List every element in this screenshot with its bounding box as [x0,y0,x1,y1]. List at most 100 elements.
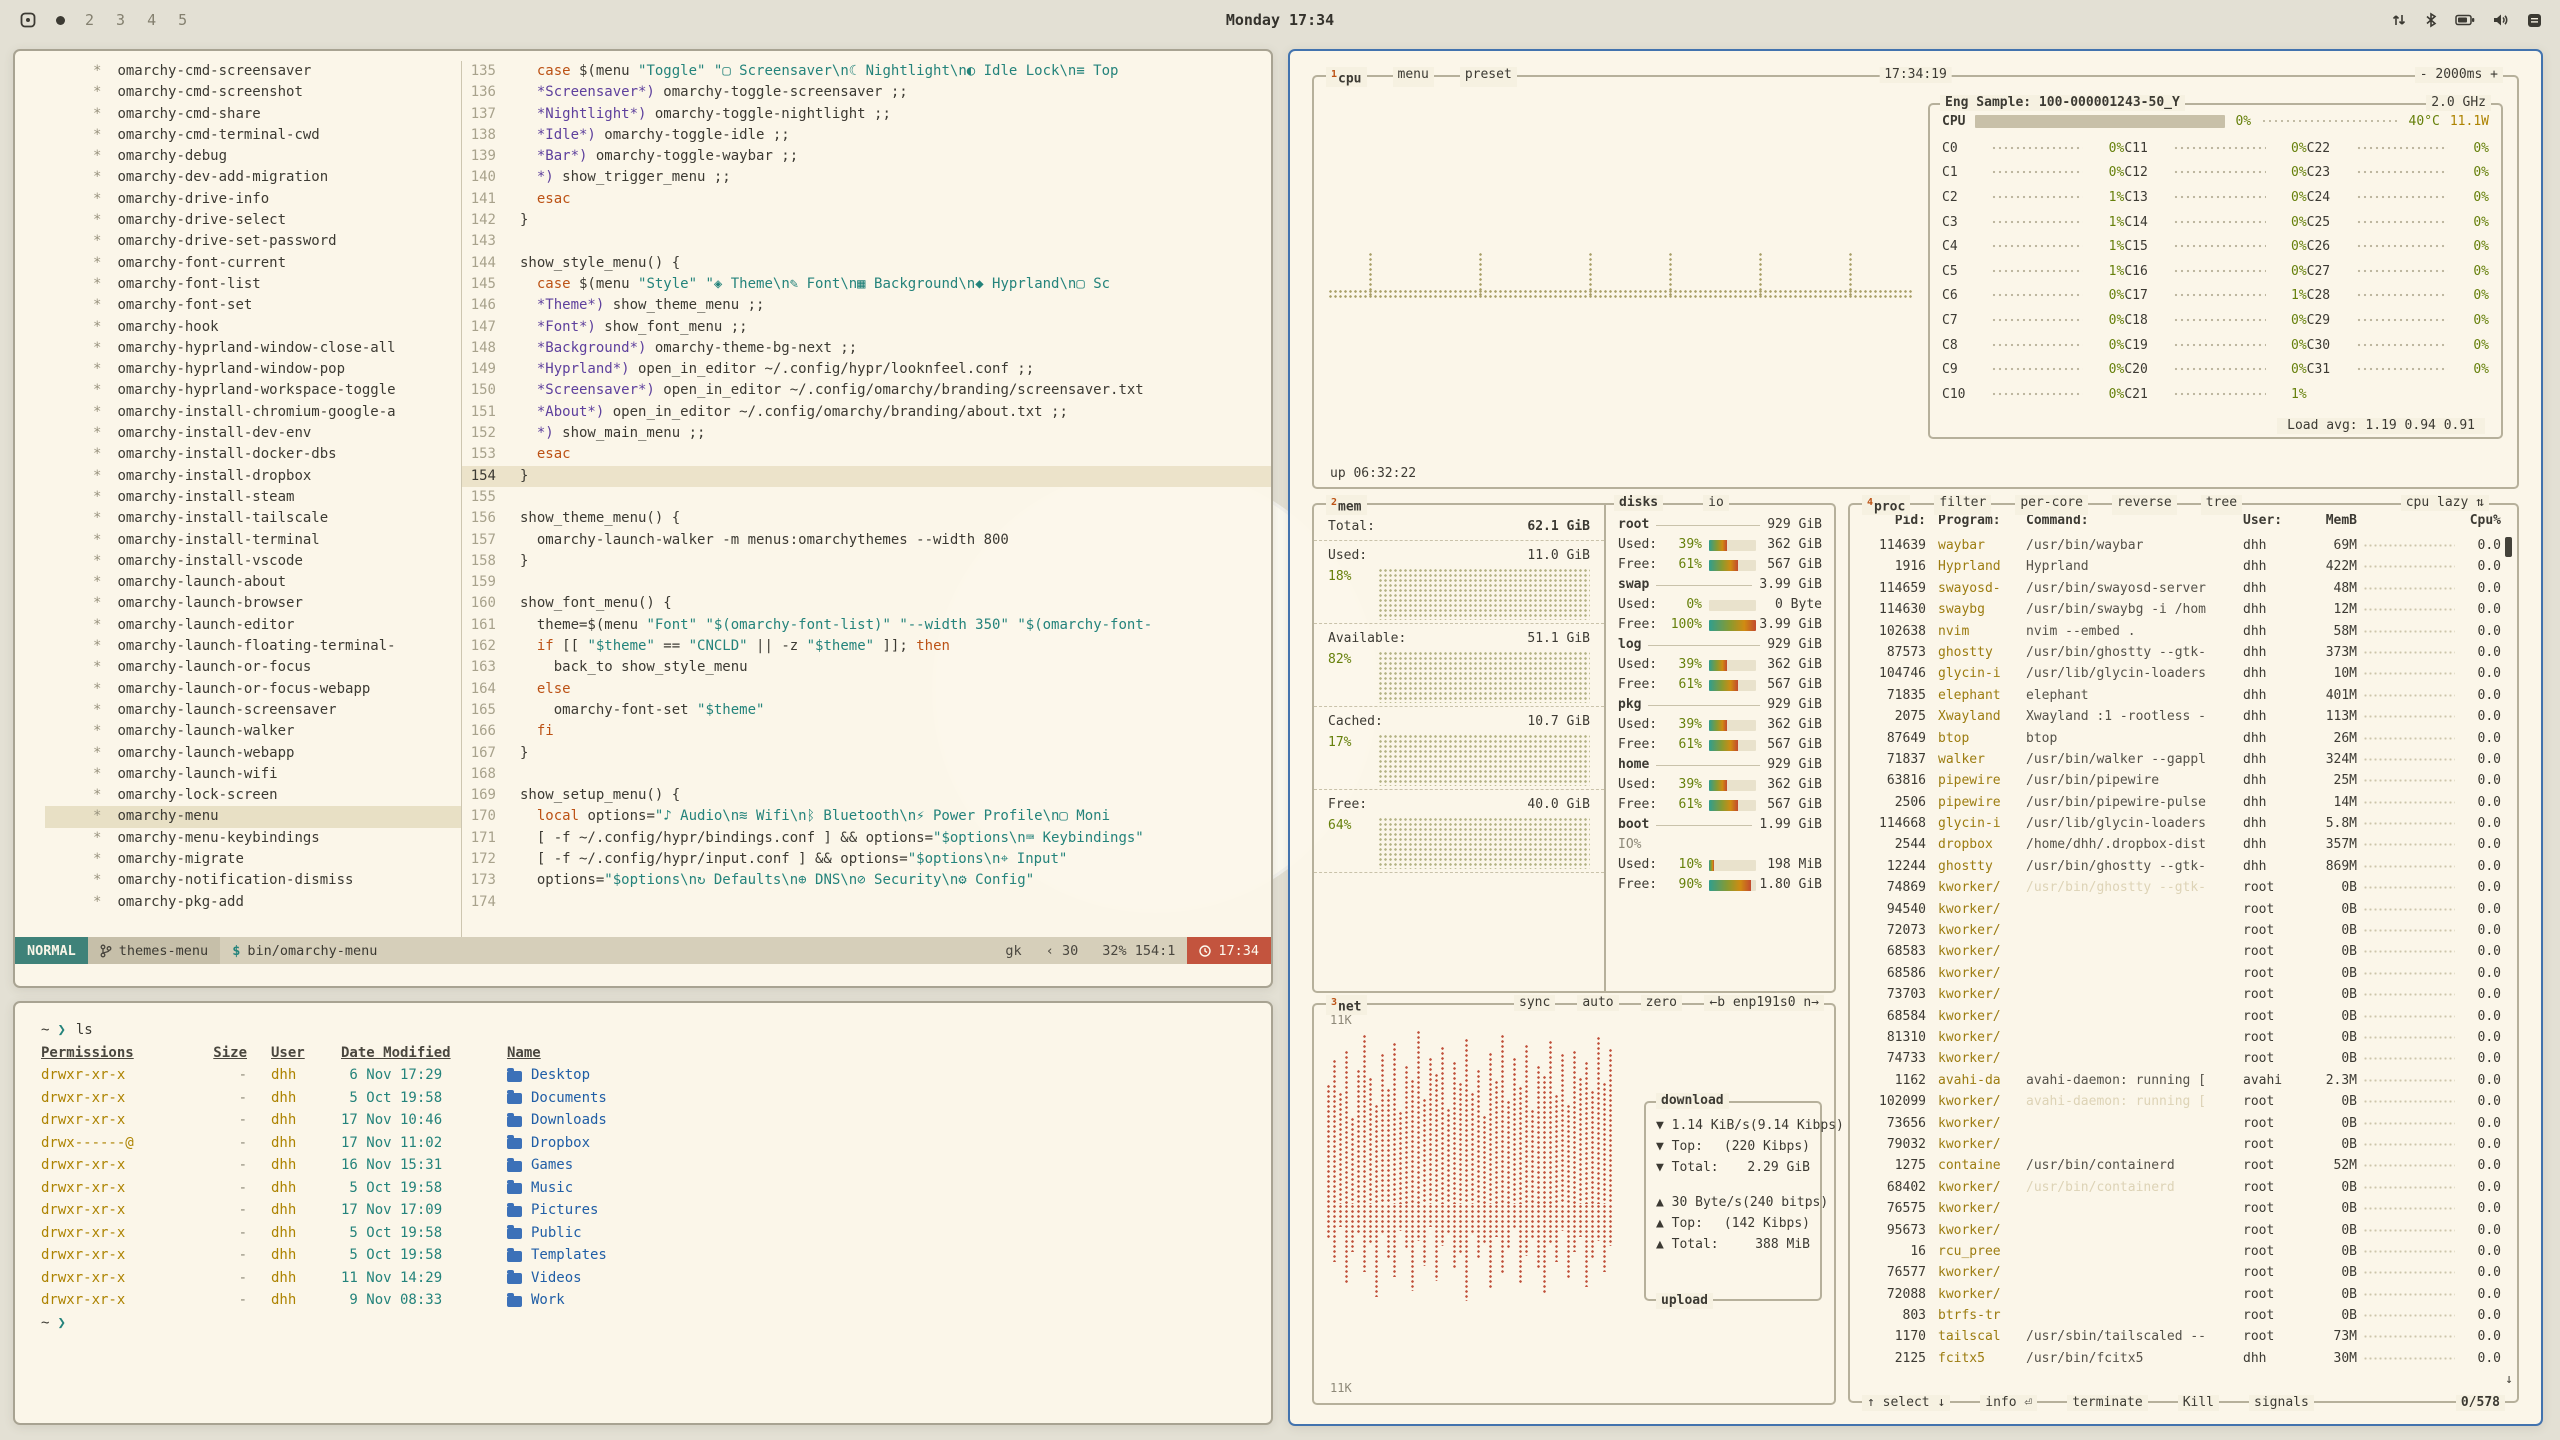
file-list-item[interactable]: * omarchy-launch-wifi [45,764,461,785]
file-list-item[interactable]: * omarchy-hyprland-workspace-toggle [45,380,461,401]
process-row[interactable]: 68584 kworker/ root 0B 0.0 [1850,1006,2517,1027]
process-row[interactable]: 68586 kworker/ root 0B 0.0 [1850,963,2517,984]
refresh-interval-control[interactable]: - 2000ms + [2415,67,2503,83]
proc-footer-action[interactable]: signals [2249,1395,2314,1411]
tree-button[interactable]: tree [2201,495,2242,515]
network-traffic-icon[interactable] [2391,12,2407,28]
net-auto-button[interactable]: auto [1577,995,1618,1011]
file-list-item[interactable]: * omarchy-install-vscode [45,551,461,572]
file-list-item[interactable]: * omarchy-cmd-terminal-cwd [45,125,461,146]
file-list-item[interactable]: * omarchy-hook [45,317,461,338]
proc-footer-action[interactable]: Kill [2178,1395,2219,1411]
process-row[interactable]: 74869 kworker/ /usr/bin/ghostty --gtk- r… [1850,877,2517,898]
process-row[interactable]: 76575 kworker/ root 0B 0.0 [1850,1198,2517,1219]
shell-window[interactable]: ~❯ls Permissions Size User Date Modified… [13,1001,1273,1425]
file-list-item[interactable]: * omarchy-launch-webapp [45,743,461,764]
process-table[interactable]: 114639 waybar /usr/bin/waybar dhh 69M 0.… [1850,535,2517,1389]
process-row[interactable]: 114630 swaybg /usr/bin/swaybg -i /hom dh… [1850,599,2517,620]
editor-window[interactable]: * omarchy-cmd-screensaver * omarchy-cmd-… [13,49,1273,988]
file-list-item[interactable]: * omarchy-launch-or-focus-webapp [45,679,461,700]
file-list-item[interactable]: * omarchy-pkg-add [45,892,461,913]
file-list-item[interactable]: * omarchy-hyprland-window-close-all [45,338,461,359]
bluetooth-icon[interactable] [2424,12,2438,28]
process-row[interactable]: 87649 btop btop dhh 26M 0.0 [1850,728,2517,749]
net-sync-button[interactable]: sync [1514,995,1555,1011]
preset-button[interactable]: preset [1460,67,1517,87]
file-list-item[interactable]: * omarchy-launch-about [45,572,461,593]
process-row[interactable]: 2075 Xwayland Xwayland :1 -rootless - dh… [1850,706,2517,727]
file-list-item[interactable]: * omarchy-dev-add-migration [45,167,461,188]
file-list-item[interactable]: * omarchy-install-docker-dbs [45,444,461,465]
shell-prompt-line[interactable]: ~❯ [41,1312,1271,1335]
file-list-item[interactable]: * omarchy-font-list [45,274,461,295]
process-row[interactable]: 1275 containe /usr/bin/containerd root 5… [1850,1155,2517,1176]
file-list-item[interactable]: * omarchy-launch-screensaver [45,700,461,721]
file-list-item[interactable]: * omarchy-install-steam [45,487,461,508]
file-list-item[interactable]: * omarchy-menu-keybindings [45,828,461,849]
proc-footer-action[interactable]: info ⏎ [1980,1395,2037,1411]
process-row[interactable]: 72088 kworker/ root 0B 0.0 [1850,1284,2517,1305]
volume-icon[interactable] [2492,12,2510,28]
process-row[interactable]: 2544 dropbox /home/dhh/.dropbox-dist dhh… [1850,834,2517,855]
file-list-item[interactable]: * omarchy-menu [45,806,461,827]
file-list-item[interactable]: * omarchy-hyprland-window-pop [45,359,461,380]
file-list-item[interactable]: * omarchy-migrate [45,849,461,870]
file-list-item[interactable]: * omarchy-debug [45,146,461,167]
process-row[interactable]: 16 rcu_pree root 0B 0.0 [1850,1241,2517,1262]
file-list-item[interactable]: * omarchy-font-set [45,295,461,316]
file-list-item[interactable]: * omarchy-lock-screen [45,785,461,806]
process-row[interactable]: 71837 walker /usr/bin/walker --gappl dhh… [1850,749,2517,770]
file-list-item[interactable]: * omarchy-drive-select [45,210,461,231]
process-row[interactable]: 73703 kworker/ root 0B 0.0 [1850,984,2517,1005]
process-row[interactable]: 1162 avahi-da avahi-daemon: running [ av… [1850,1070,2517,1091]
sort-mode-selector[interactable]: cpu lazy ⇅ [2401,495,2489,511]
workspace-1-active-dot[interactable] [56,16,65,25]
code-pane[interactable]: 135 case $(menu "Toggle" "▢ Screensaver\… [461,61,1271,937]
process-row[interactable]: 102638 nvim nvim --embed . dhh 58M 0.0 [1850,621,2517,642]
process-row[interactable]: 114668 glycin-i /usr/lib/glycin-loaders … [1850,813,2517,834]
proc-footer-action[interactable]: terminate [2067,1395,2147,1411]
process-row[interactable]: 12244 ghostty /usr/bin/ghostty --gtk- dh… [1850,856,2517,877]
process-row[interactable]: 72073 kworker/ root 0B 0.0 [1850,920,2517,941]
file-list-item[interactable]: * omarchy-launch-editor [45,615,461,636]
per-core-button[interactable]: per-core [2015,495,2088,515]
process-row[interactable]: 74733 kworker/ root 0B 0.0 [1850,1048,2517,1069]
process-row[interactable]: 68402 kworker/ /usr/bin/containerd root … [1850,1177,2517,1198]
workspace-button[interactable]: 5 [178,11,187,29]
omarchy-logo-icon[interactable] [20,12,36,28]
proc-scroll-down-arrow[interactable]: ↓ [2505,1372,2513,1387]
process-row[interactable]: 81310 kworker/ root 0B 0.0 [1850,1027,2517,1048]
process-row[interactable]: 76577 kworker/ root 0B 0.0 [1850,1262,2517,1283]
process-row[interactable]: 114659 swayosd- /usr/bin/swayosd-server … [1850,578,2517,599]
file-list-item[interactable]: * omarchy-launch-floating-terminal- [45,636,461,657]
process-row[interactable]: 73656 kworker/ root 0B 0.0 [1850,1113,2517,1134]
process-row[interactable]: 94540 kworker/ root 0B 0.0 [1850,899,2517,920]
filter-button[interactable]: filter [1934,495,1991,515]
process-row[interactable]: 71835 elephant elephant dhh 401M 0.0 [1850,685,2517,706]
workspace-button[interactable]: 4 [147,11,156,29]
process-row[interactable]: 95673 kworker/ root 0B 0.0 [1850,1220,2517,1241]
file-list-item[interactable]: * omarchy-drive-set-password [45,231,461,252]
net-zero-button[interactable]: zero [1641,995,1682,1011]
menu-button[interactable]: menu [1393,67,1434,87]
file-list-item[interactable]: * omarchy-launch-browser [45,593,461,614]
process-row[interactable]: 104746 glycin-i /usr/lib/glycin-loaders … [1850,663,2517,684]
file-list-item[interactable]: * omarchy-font-current [45,253,461,274]
file-list-item[interactable]: * omarchy-install-terminal [45,530,461,551]
process-row[interactable]: 803 btrfs-tr root 0B 0.0 [1850,1305,2517,1326]
process-row[interactable]: 87573 ghostty /usr/bin/ghostty --gtk- dh… [1850,642,2517,663]
file-list-item[interactable]: * omarchy-install-dropbox [45,466,461,487]
file-list-item[interactable]: * omarchy-cmd-share [45,104,461,125]
workspace-button[interactable]: 2 [85,11,94,29]
file-list-item[interactable]: * omarchy-cmd-screensaver [45,61,461,82]
reverse-button[interactable]: reverse [2112,495,2177,515]
process-row[interactable]: 63816 pipewire /usr/bin/pipewire dhh 25M… [1850,770,2517,791]
proc-footer-action[interactable]: ↑ select ↓ [1862,1395,1950,1411]
process-row[interactable]: 1170 tailscal /usr/sbin/tailscaled -- ro… [1850,1326,2517,1347]
file-list-item[interactable]: * omarchy-drive-info [45,189,461,210]
file-list-item[interactable]: * omarchy-launch-or-focus [45,657,461,678]
system-monitor-window[interactable]: 1cpu menu preset 17:34:19 - 2000ms + Eng… [1288,49,2543,1426]
file-list[interactable]: * omarchy-cmd-screensaver * omarchy-cmd-… [15,61,461,937]
process-row[interactable]: 114639 waybar /usr/bin/waybar dhh 69M 0.… [1850,535,2517,556]
file-list-item[interactable]: * omarchy-install-dev-env [45,423,461,444]
